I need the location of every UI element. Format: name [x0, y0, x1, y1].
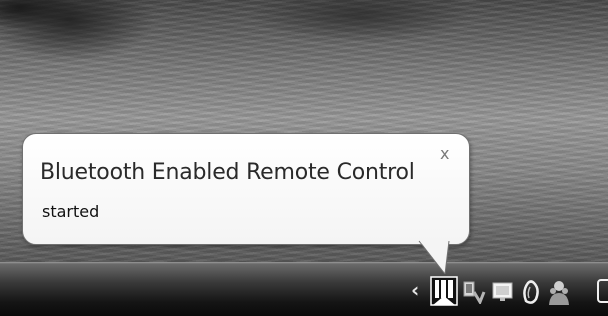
users-icon[interactable]	[546, 278, 572, 306]
taskbar	[0, 262, 608, 316]
show-desktop-icon[interactable]	[596, 278, 608, 304]
balloon-tail	[418, 240, 450, 274]
display-icon[interactable]	[491, 280, 515, 304]
notification-title: Bluetooth Enabled Remote Control	[40, 160, 415, 185]
notification-balloon[interactable]	[22, 133, 470, 245]
volume-icon[interactable]	[520, 279, 544, 305]
bluetooth-remote-icon[interactable]	[430, 276, 458, 306]
notification-message: started	[42, 202, 100, 221]
network-icon[interactable]	[462, 280, 486, 304]
close-icon[interactable]: x	[440, 146, 449, 162]
show-hidden-icons-chevron-icon[interactable]: ‹	[411, 280, 419, 300]
